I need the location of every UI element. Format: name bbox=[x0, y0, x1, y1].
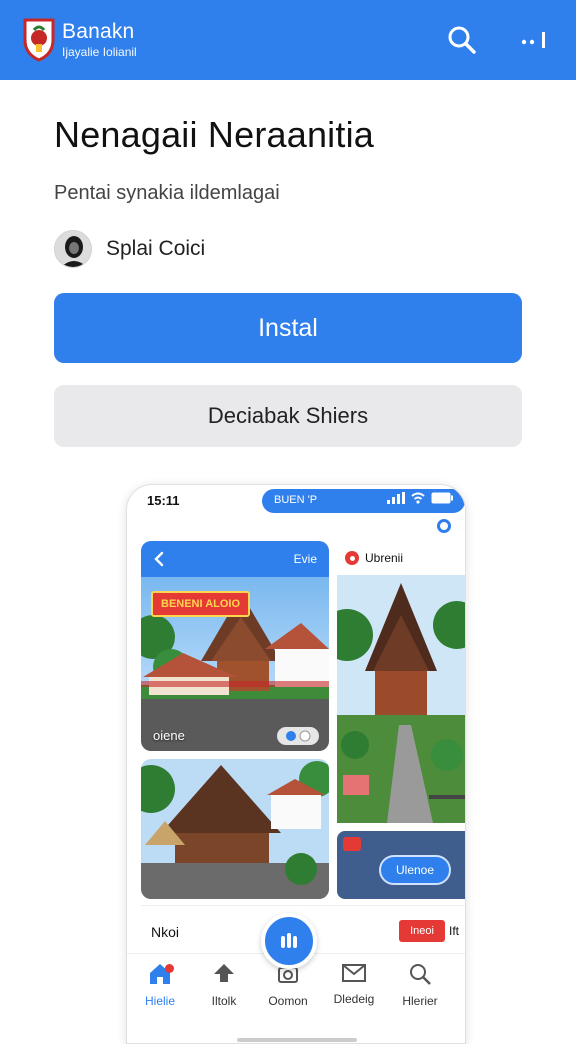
card-header: Evie bbox=[141, 541, 329, 577]
secondary-button[interactable]: Deciabak Shiers bbox=[54, 385, 522, 447]
brand-tagline: Ijayalie Iolianil bbox=[62, 45, 137, 59]
install-button[interactable]: Instal bbox=[54, 293, 522, 363]
nav-item-share[interactable]: Iltolk bbox=[193, 962, 255, 1008]
heart-icon bbox=[286, 730, 311, 742]
developer-name: Splai Coici bbox=[106, 237, 206, 260]
more-button[interactable] bbox=[516, 22, 552, 58]
share-icon bbox=[214, 964, 234, 982]
avatar bbox=[54, 230, 92, 268]
refresh-icon[interactable] bbox=[437, 519, 451, 533]
card-right-title: Ubrenii bbox=[365, 551, 404, 565]
search-button[interactable] bbox=[444, 22, 480, 58]
chevron-left-icon[interactable] bbox=[153, 551, 165, 567]
floating-action-button[interactable] bbox=[261, 913, 317, 969]
home-indicator bbox=[237, 1038, 357, 1042]
nav-label: Iltolk bbox=[211, 994, 237, 1008]
favorite-toggle[interactable] bbox=[277, 727, 319, 745]
nav-label: Dledeig bbox=[333, 992, 375, 1006]
info-red-button[interactable]: Ineoi bbox=[399, 920, 445, 942]
page-title: Nenagaii Neraanitia bbox=[54, 114, 374, 155]
person-icon bbox=[55, 231, 91, 267]
promo-card[interactable]: Ulenoe bbox=[337, 831, 465, 899]
search-icon bbox=[410, 964, 431, 985]
feature-card-right[interactable]: Ubrenii bbox=[337, 541, 465, 823]
feature-card[interactable]: Evie BENENI ALOIO oiene bbox=[141, 541, 329, 751]
image-caption: oiene bbox=[153, 728, 185, 743]
wifi-icon bbox=[411, 492, 425, 504]
status-time: 15:11 bbox=[147, 493, 180, 508]
promo-button[interactable]: Ulenoe bbox=[379, 855, 451, 885]
shield-logo-icon bbox=[23, 18, 55, 62]
screenshot-preview[interactable]: 15:11 BUEN 'P Evie BENENI ALOIO oiene Ub… bbox=[126, 484, 466, 1044]
mail-icon bbox=[342, 964, 366, 982]
more-icon bbox=[521, 32, 545, 48]
nav-item-mail[interactable]: Dledeig bbox=[323, 962, 385, 1006]
location-icon bbox=[345, 551, 359, 565]
nav-item-search[interactable]: Hlerier bbox=[389, 962, 451, 1008]
signal-icon bbox=[387, 492, 405, 504]
feature-card-2[interactable] bbox=[141, 759, 329, 899]
app-bar: Banakn Ijayalie Iolianil bbox=[0, 0, 576, 80]
brand-name: Banakn bbox=[62, 20, 135, 43]
developer-row[interactable]: Splai Coici bbox=[54, 230, 205, 268]
status-icons bbox=[387, 492, 453, 504]
info-label: Nkoi bbox=[151, 924, 180, 940]
page-subtitle: Pentai synakia ildemlagai bbox=[54, 182, 280, 204]
search-icon bbox=[448, 26, 476, 54]
hut-image bbox=[141, 759, 329, 899]
notification-dot bbox=[165, 964, 174, 973]
nav-item-home[interactable]: Hielie bbox=[129, 962, 191, 1008]
nav-label: Hielie bbox=[144, 994, 175, 1008]
nav-label: Hlerier bbox=[402, 994, 438, 1008]
hand-icon bbox=[281, 933, 297, 948]
card-right-header: Ubrenii bbox=[337, 541, 465, 575]
brand: Banakn Ijayalie Iolianil bbox=[62, 20, 137, 59]
temple-path-image bbox=[337, 575, 465, 823]
card-header-label: Evie bbox=[293, 552, 317, 566]
promo-tag: BENENI ALOIO bbox=[151, 591, 251, 617]
info-red-text: Ift bbox=[449, 924, 460, 938]
nav-label: Oomon bbox=[268, 994, 308, 1008]
badge-icon bbox=[343, 837, 361, 851]
battery-icon bbox=[431, 492, 453, 504]
